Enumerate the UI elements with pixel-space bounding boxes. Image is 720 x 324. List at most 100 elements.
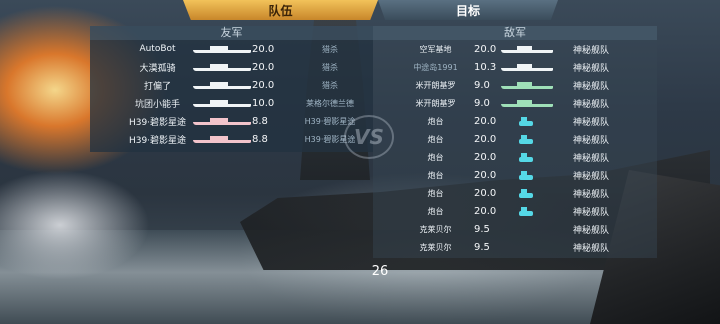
ally-ship-type: 莱格尔德兰德 — [306, 98, 354, 108]
ship-hull-icon — [193, 49, 251, 53]
ally-row[interactable]: H39·碧影星途 8.8 H39·碧影星途 — [90, 130, 373, 148]
ally-ship-value: 20.0 — [252, 43, 275, 55]
enemy-row[interactable]: 炮台 20.0 神秘舰队 — [373, 166, 657, 184]
ally-ship-value: 20.0 — [252, 61, 275, 73]
ally-row[interactable]: H39·碧影星途 8.8 H39·碧影星途 — [90, 112, 373, 130]
enemy-target-value: 20.0 — [474, 205, 497, 217]
enemy-fleet-label: 神秘舰队 — [573, 171, 610, 182]
unit-deck-icon — [521, 206, 528, 211]
ally-ship-value: 10.0 — [252, 97, 275, 109]
ship-deck-icon — [210, 117, 228, 122]
enemy-target-value: 9.5 — [474, 223, 490, 235]
ally-player-name: 大漠孤骑 — [139, 63, 176, 74]
enemy-target-value: 9.0 — [474, 79, 490, 91]
countdown-timer: 26 — [371, 264, 389, 279]
enemy-fleet-label: 神秘舰队 — [573, 63, 610, 74]
ship-deck-icon — [210, 81, 228, 86]
tab-team[interactable]: 队伍 — [183, 0, 378, 20]
unit-deck-icon — [516, 81, 533, 86]
enemy-target-name: 炮台 — [427, 134, 444, 144]
unit-deck-icon — [516, 63, 533, 68]
unit-deck-icon — [521, 116, 528, 121]
enemy-row[interactable]: 米开朗基罗 9.0 神秘舰队 — [373, 94, 657, 112]
ship-hull-icon — [193, 85, 251, 89]
enemy-fleet-label: 神秘舰队 — [573, 117, 610, 128]
unit-hull-icon — [501, 103, 553, 107]
enemy-unit-icon — [519, 206, 533, 216]
enemy-row[interactable]: 中途岛1991 10.3 神秘舰队 — [373, 58, 657, 76]
ally-panel: 友军 AutoBot 20.0 猎杀 大漠孤骑 20.0 猎杀 打偏了 20.0 猎杀 坑团小能手… — [90, 26, 373, 152]
tab-team-label: 队伍 — [268, 3, 293, 18]
enemy-row[interactable]: 克莱贝尔 9.5 神秘舰队 — [373, 238, 657, 256]
enemy-target-value: 20.0 — [474, 187, 497, 199]
unit-hull-icon — [519, 156, 533, 162]
enemy-target-name: 克莱贝尔 — [419, 224, 452, 234]
enemy-unit-icon — [519, 134, 533, 144]
enemy-target-value: 20.0 — [474, 115, 497, 127]
vs-emblem: VS — [344, 115, 394, 159]
ship-hull-icon — [193, 67, 251, 71]
enemy-target-value: 20.0 — [474, 169, 497, 181]
top-tab-bar: 队伍 目标 — [0, 0, 720, 20]
enemy-target-name: 米开朗基罗 — [415, 98, 456, 108]
enemy-target-name: 炮台 — [427, 116, 444, 126]
enemy-unit-icon — [501, 45, 553, 53]
enemy-panel: 敌军 空军基地 20.0 神秘舰队 中途岛1991 10.3 神秘舰队 米开朗基罗 9.0 神秘… — [373, 26, 657, 258]
ship-class-icon — [193, 135, 251, 143]
ship-deck-icon — [210, 135, 228, 140]
ship-class-icon — [193, 45, 251, 53]
enemy-target-value: 9.0 — [474, 97, 490, 109]
unit-hull-icon — [519, 174, 533, 180]
enemy-row[interactable]: 炮台 20.0 神秘舰队 — [373, 184, 657, 202]
ship-deck-icon — [210, 45, 228, 50]
enemy-row[interactable]: 炮台 20.0 神秘舰队 — [373, 130, 657, 148]
unit-deck-icon — [521, 152, 528, 157]
enemy-target-value: 20.0 — [474, 151, 497, 163]
enemy-target-name: 炮台 — [427, 206, 444, 216]
enemy-fleet-label: 神秘舰队 — [573, 81, 610, 92]
enemy-target-value: 20.0 — [474, 133, 497, 145]
enemy-fleet-label: 神秘舰队 — [573, 99, 610, 110]
enemy-fleet-label: 神秘舰队 — [573, 225, 610, 236]
enemy-target-name: 中途岛1991 — [413, 62, 458, 72]
ally-ship-type: 猎杀 — [322, 44, 338, 54]
enemy-unit-icon — [519, 152, 533, 162]
unit-hull-icon — [501, 85, 553, 89]
unit-hull-icon — [501, 67, 553, 71]
ship-deck-icon — [210, 99, 228, 104]
ship-class-icon — [193, 99, 251, 107]
ally-row[interactable]: 打偏了 20.0 猎杀 — [90, 76, 373, 94]
enemy-target-name: 米开朗基罗 — [415, 80, 456, 90]
ally-ship-type: 猎杀 — [322, 80, 338, 90]
ally-player-name: AutoBot — [139, 44, 176, 54]
enemy-row[interactable]: 克莱贝尔 9.5 神秘舰队 — [373, 220, 657, 238]
ship-class-icon — [193, 117, 251, 125]
ally-row[interactable]: 大漠孤骑 20.0 猎杀 — [90, 58, 373, 76]
enemy-target-value: 9.5 — [474, 241, 490, 253]
unit-deck-icon — [521, 134, 528, 139]
enemy-fleet-label: 神秘舰队 — [573, 45, 610, 56]
enemy-row[interactable]: 空军基地 20.0 神秘舰队 — [373, 40, 657, 58]
ship-deck-icon — [210, 63, 228, 68]
ally-row[interactable]: AutoBot 20.0 猎杀 — [90, 40, 373, 58]
unit-deck-icon — [521, 188, 528, 193]
tab-target-label: 目标 — [455, 3, 480, 18]
enemy-fleet-label: 神秘舰队 — [573, 189, 610, 200]
ship-hull-icon — [193, 139, 251, 143]
enemy-row[interactable]: 炮台 20.0 神秘舰队 — [373, 112, 657, 130]
enemy-fleet-label: 神秘舰队 — [573, 135, 610, 146]
unit-deck-icon — [516, 45, 533, 50]
enemy-target-value: 10.3 — [474, 61, 497, 73]
tab-target[interactable]: 目标 — [378, 0, 558, 20]
ally-ship-value: 8.8 — [252, 115, 268, 127]
enemy-row[interactable]: 米开朗基罗 9.0 神秘舰队 — [373, 76, 657, 94]
ally-row[interactable]: 坑团小能手 10.0 莱格尔德兰德 — [90, 94, 373, 112]
enemy-target-name: 空军基地 — [419, 44, 452, 54]
unit-hull-icon — [519, 192, 533, 198]
enemy-row[interactable]: 炮台 20.0 神秘舰队 — [373, 202, 657, 220]
ally-ship-value: 20.0 — [252, 79, 275, 91]
enemy-target-value: 20.0 — [474, 43, 497, 55]
enemy-row[interactable]: 炮台 20.0 神秘舰队 — [373, 148, 657, 166]
enemy-fleet-label: 神秘舰队 — [573, 207, 610, 218]
enemy-unit-icon — [501, 99, 553, 107]
